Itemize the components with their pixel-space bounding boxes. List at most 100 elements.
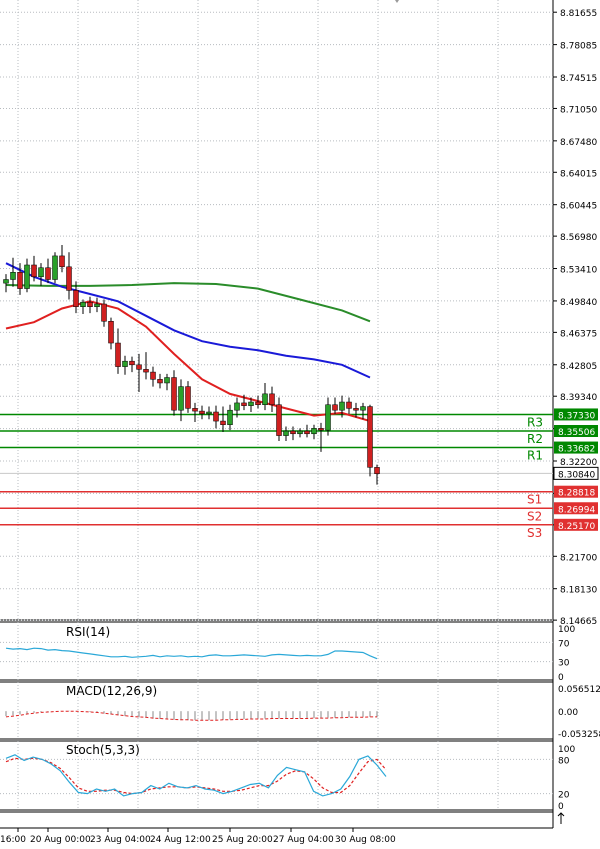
chart: R3 R2 R1 S1 S2 S3 8.81655 8.78085 8.74515 8.7105… bbox=[0, 0, 600, 845]
level-label-r1: R1 bbox=[527, 449, 543, 463]
candle-body bbox=[360, 406, 366, 411]
level-label-r3: R3 bbox=[527, 415, 543, 429]
candle-body bbox=[143, 369, 149, 373]
candle-body bbox=[248, 401, 254, 406]
stoch-panel: Stoch(5,3,3) 10080 200 bbox=[0, 743, 575, 812]
candle-body bbox=[353, 408, 359, 411]
candle-body bbox=[325, 404, 331, 431]
level-label-s3: S3 bbox=[527, 526, 542, 540]
candle-body bbox=[80, 301, 86, 307]
candle-body bbox=[3, 279, 9, 284]
candle-body bbox=[227, 409, 233, 425]
candle-body bbox=[255, 401, 261, 405]
level-badge-text: 8.26994 bbox=[558, 505, 595, 515]
stoch-tick-label: 0 bbox=[558, 802, 564, 812]
candle-body bbox=[150, 371, 156, 380]
candle-body bbox=[332, 404, 338, 411]
ma-mid-line bbox=[5, 262, 371, 379]
level-badge-text: 8.33682 bbox=[558, 445, 595, 455]
price-tick-label: 8.21700 bbox=[560, 553, 597, 563]
scroll-marker-icon bbox=[395, 0, 399, 3]
candle-body bbox=[10, 271, 16, 280]
time-axis: 16:00 20 Aug 00:00 23 Aug 04:00 24 Aug 12:0… bbox=[0, 828, 396, 845]
candle-body bbox=[164, 377, 170, 384]
rsi-line bbox=[5, 647, 378, 660]
price-tick-label: 8.18130 bbox=[560, 586, 597, 596]
rsi-tick-label: 100 bbox=[558, 625, 575, 635]
candle-body bbox=[374, 467, 380, 474]
candle-body bbox=[311, 428, 317, 435]
macd-title: MACD(12,26,9) bbox=[66, 684, 157, 698]
time-tick-label: 25 Aug 20:00 bbox=[212, 835, 273, 845]
candle-body bbox=[122, 360, 128, 367]
price-tick-label: 8.53410 bbox=[560, 266, 597, 276]
price-tick-label: 8.67480 bbox=[560, 138, 597, 148]
level-label-r2: R2 bbox=[527, 432, 543, 446]
time-tick-label: 24 Aug 12:00 bbox=[150, 835, 211, 845]
candle-body bbox=[157, 379, 163, 384]
stoch-d-line bbox=[5, 757, 387, 795]
candle-body bbox=[339, 401, 345, 411]
candle-body bbox=[346, 401, 352, 409]
scale-arrow-icon bbox=[557, 812, 565, 824]
candle-body bbox=[276, 404, 282, 436]
macd-tick-label: 0.00 bbox=[558, 708, 578, 718]
candle-body bbox=[129, 360, 135, 366]
level-label-s2: S2 bbox=[527, 509, 542, 523]
candle-body bbox=[115, 342, 121, 367]
candle-body bbox=[199, 410, 205, 415]
candlesticks bbox=[3, 245, 380, 485]
candle-body bbox=[136, 364, 142, 370]
level-badge-text: 8.25170 bbox=[558, 522, 595, 532]
candle-body bbox=[234, 402, 240, 411]
price-tick-label: 8.78085 bbox=[560, 42, 597, 52]
candle-body bbox=[262, 393, 268, 405]
candle-body bbox=[38, 267, 44, 278]
candle-body bbox=[66, 266, 72, 291]
candle-body bbox=[367, 406, 373, 468]
candle-body bbox=[269, 393, 275, 405]
macd-tick-label: -0.053258 bbox=[558, 730, 600, 740]
candle-body bbox=[206, 411, 212, 415]
candle-body bbox=[178, 386, 184, 411]
level-label-s1: S1 bbox=[527, 493, 542, 507]
price-tick-label: 8.71050 bbox=[560, 105, 597, 115]
stoch-tick-label: 80 bbox=[558, 756, 570, 766]
candle-body bbox=[101, 303, 107, 322]
stoch-title: Stoch(5,3,3) bbox=[66, 743, 140, 757]
candle-body bbox=[108, 321, 114, 344]
macd-panel: MACD(12,26,9) 0.056512 0.00 -0.053258 bbox=[5, 684, 600, 740]
rsi-title: RSI(14) bbox=[66, 625, 110, 639]
candle-body bbox=[45, 267, 51, 280]
level-badge-text: 8.35506 bbox=[558, 428, 595, 438]
candle-body bbox=[304, 430, 310, 435]
candle-body bbox=[220, 420, 226, 425]
candle-body bbox=[24, 264, 30, 289]
price-tick-label: 8.56980 bbox=[560, 233, 597, 243]
level-price-badges: 8.37330 8.35506 8.33682 8.28818 8.26994 8.251… bbox=[553, 408, 599, 532]
time-tick-label: 23 Aug 04:00 bbox=[90, 835, 151, 845]
time-tick-label: 27 Aug 04:00 bbox=[273, 835, 334, 845]
candle-body bbox=[171, 377, 177, 411]
time-tick-label: 16:00 bbox=[0, 835, 26, 845]
price-tick-label: 8.64015 bbox=[560, 169, 597, 179]
candle-body bbox=[213, 411, 219, 422]
chart-svg: R3 R2 R1 S1 S2 S3 8.81655 8.78085 8.74515 8.7105… bbox=[0, 0, 600, 845]
candle-body bbox=[192, 408, 198, 412]
price-tick-label: 8.39340 bbox=[560, 393, 597, 403]
candle-body bbox=[73, 290, 79, 307]
price-axis: 8.81655 8.78085 8.74515 8.71050 8.67480 8.640… bbox=[553, 9, 597, 627]
ma-slow-line bbox=[5, 282, 371, 323]
stoch-tick-label: 20 bbox=[558, 791, 570, 801]
price-tick-label: 8.42805 bbox=[560, 362, 597, 372]
candle-body bbox=[297, 430, 303, 435]
price-tick-label: 8.46375 bbox=[560, 329, 597, 339]
level-badge-text: 8.28818 bbox=[558, 489, 595, 499]
candle-body bbox=[52, 255, 58, 280]
rsi-tick-label: 70 bbox=[558, 639, 570, 649]
price-tick-label: 8.74515 bbox=[560, 74, 597, 84]
macd-tick-label: 0.056512 bbox=[558, 685, 600, 695]
time-tick-label: 20 Aug 00:00 bbox=[30, 835, 91, 845]
stoch-k-line bbox=[5, 754, 387, 797]
candle-body bbox=[87, 301, 93, 307]
